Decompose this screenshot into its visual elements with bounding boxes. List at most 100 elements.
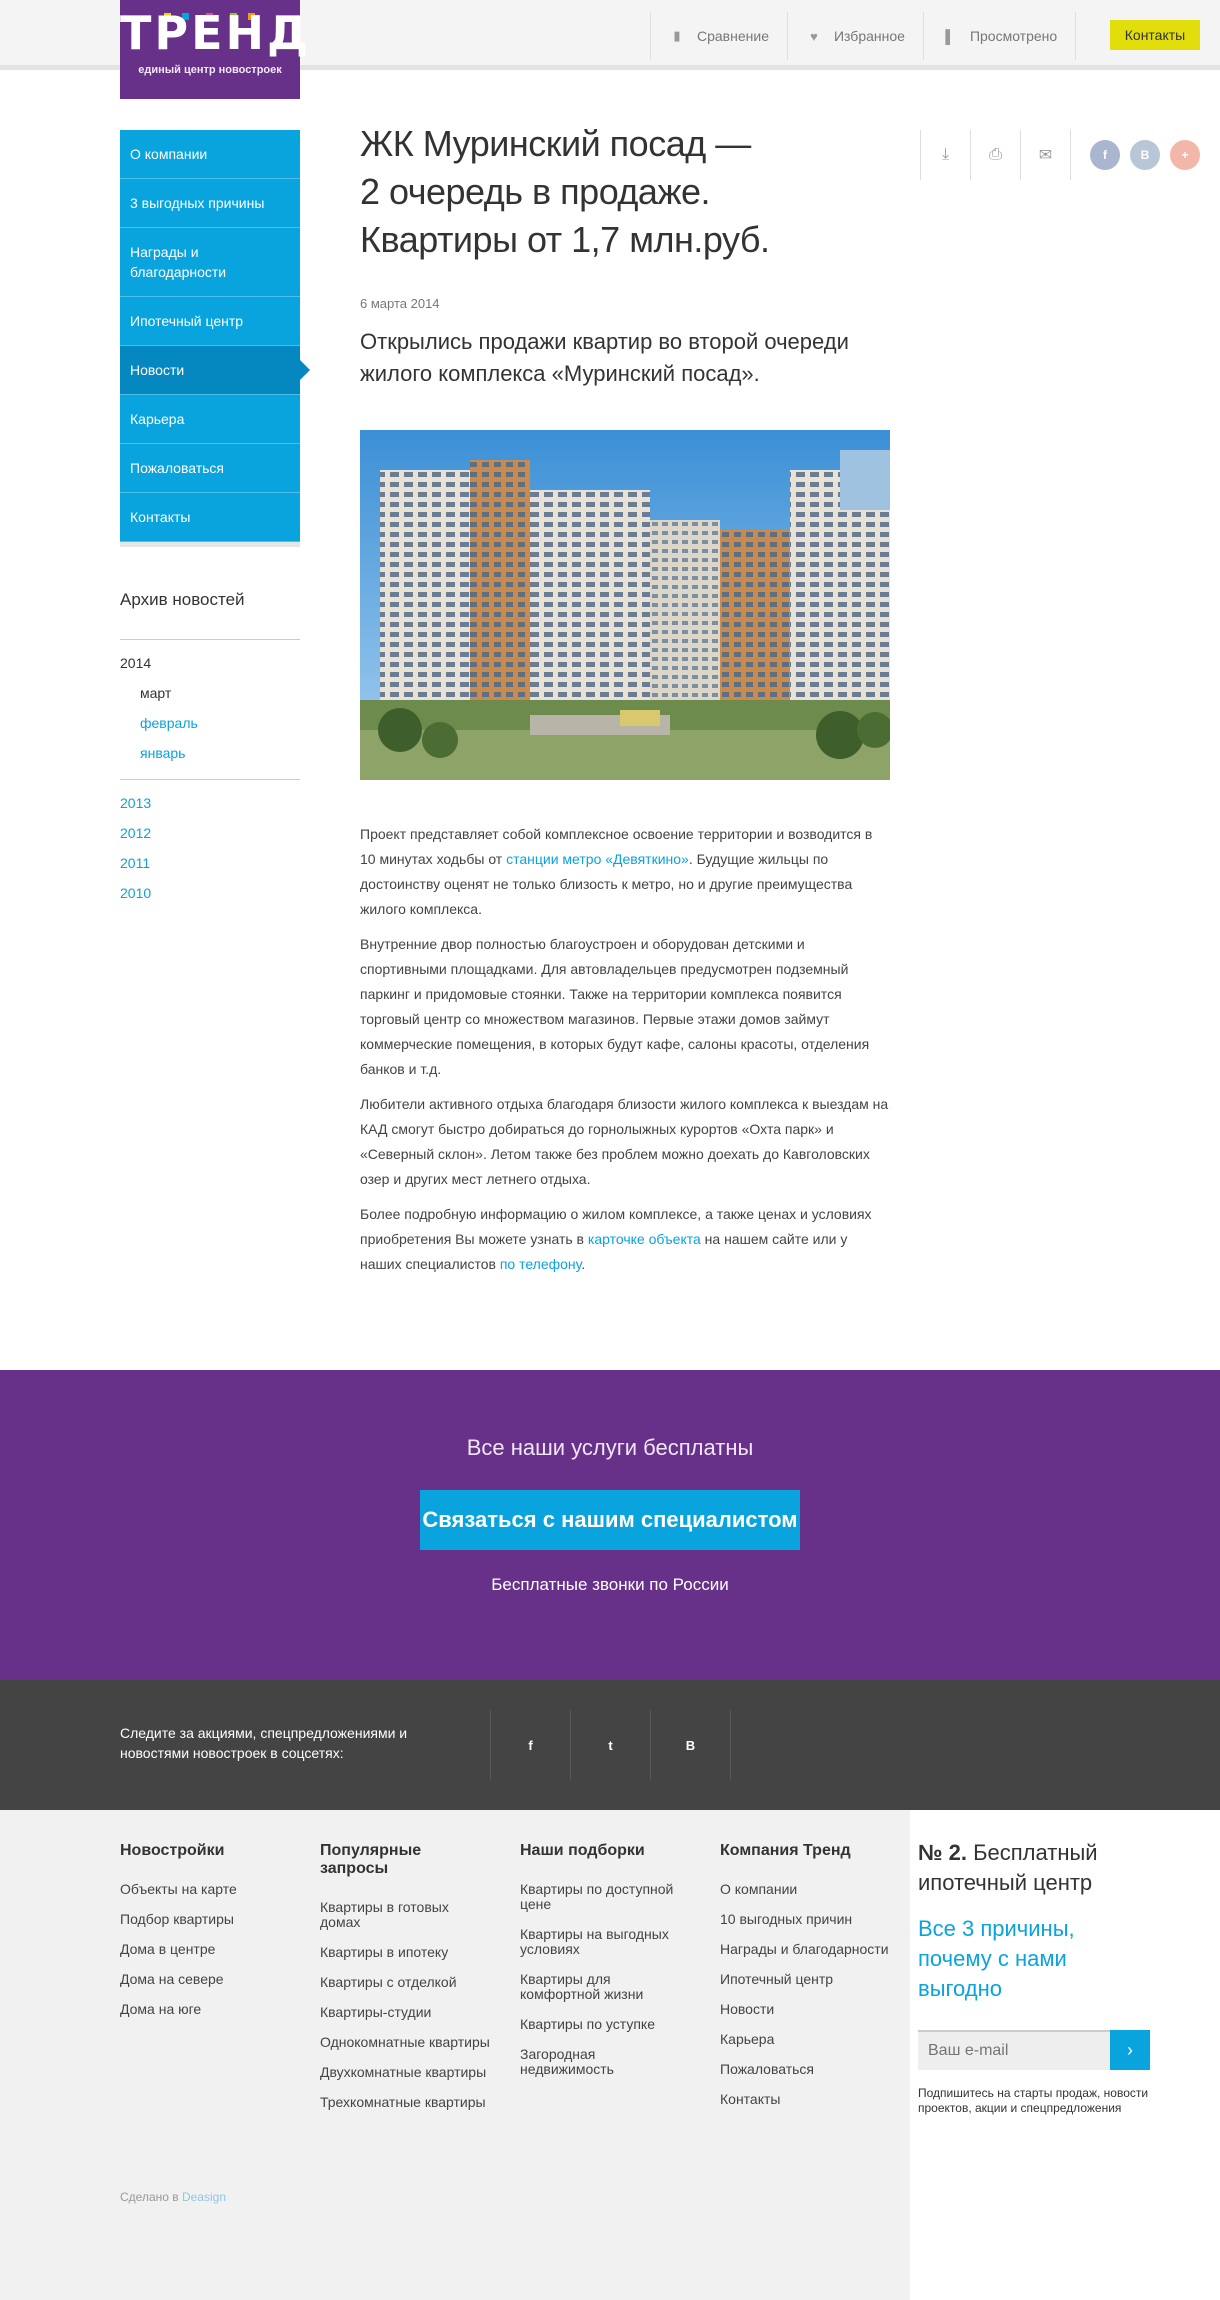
- vk-icon[interactable]: В: [1130, 140, 1160, 170]
- promo-section: Все наши услуги бесплатны Связаться с на…: [0, 1370, 1220, 1680]
- facebook-icon[interactable]: f: [490, 1710, 570, 1780]
- footer-link[interactable]: Загородная недвижимость: [520, 2047, 690, 2077]
- footer-link[interactable]: Квартиры с отделкой: [320, 1975, 490, 1990]
- object-card-link[interactable]: карточке объекта: [588, 1231, 701, 1247]
- twitter-icon[interactable]: t: [570, 1710, 650, 1780]
- metro-link[interactable]: станции метро «Девяткино»: [506, 851, 689, 867]
- article-paragraph: Любители активного отдыха благодаря близ…: [360, 1096, 889, 1187]
- archive-year-2010[interactable]: 2010: [120, 885, 151, 901]
- footer-link[interactable]: Квартиры по уступке: [520, 2017, 690, 2032]
- footer-link[interactable]: О компании: [720, 1882, 890, 1897]
- archive-month-january[interactable]: январь: [140, 745, 185, 761]
- footer-column: Популярные запросы Квартиры в готовых дом…: [320, 1842, 490, 2125]
- footer-link[interactable]: Однокомнатные квартиры: [320, 2035, 490, 2050]
- logo-tagline: единый центр новостроек: [138, 64, 282, 76]
- social-icons: f t В: [490, 1710, 731, 1780]
- social-text: Следите за акциями, спецпредложениями и …: [120, 1725, 408, 1761]
- footer-link[interactable]: Ипотечный центр: [720, 1972, 890, 1987]
- footer-link[interactable]: Контакты: [720, 2092, 890, 2107]
- archive-divider: [120, 639, 300, 640]
- phone-link[interactable]: по телефону: [500, 1256, 581, 1272]
- footer-link[interactable]: Квартиры по доступной цене: [520, 1882, 690, 1912]
- footer-link[interactable]: Квартиры в готовых домах: [320, 1900, 490, 1930]
- facebook-icon[interactable]: f: [1090, 140, 1120, 170]
- mortgage-panel: № 2. Бесплатный ипотечный центр Все 3 пр…: [910, 1810, 1220, 2300]
- sidebar-item[interactable]: Контакты: [120, 493, 300, 542]
- article-title: ЖК Муринский посад — 2 очередь в продаже…: [360, 120, 840, 264]
- email-field[interactable]: [918, 2030, 1110, 2070]
- logo[interactable]: ТРЕНД единый центр новостроек: [120, 0, 311, 99]
- nav-item-label: Избранное: [833, 28, 905, 44]
- footer-link[interactable]: Награды и благодарности: [720, 1942, 890, 1957]
- footer-link[interactable]: Карьера: [720, 2032, 890, 2047]
- archive-year-2011[interactable]: 2011: [120, 855, 150, 871]
- article-title-line: ЖК Муринский посад —: [360, 123, 751, 164]
- made-link[interactable]: Deasign: [182, 2190, 226, 2204]
- subscribe-note: Подпишитесь на старты продаж, новости пр…: [918, 2086, 1149, 2115]
- footer-link[interactable]: Двухкомнатные квартиры: [320, 2065, 490, 2080]
- plus-icon[interactable]: +: [1170, 140, 1200, 170]
- nav-item[interactable]: ♥ Избранное: [786, 12, 923, 60]
- footer-link[interactable]: Пожаловаться: [720, 2062, 890, 2077]
- footer-link[interactable]: Дома в центре: [120, 1942, 290, 1957]
- pdf-icon[interactable]: ⤓: [920, 130, 970, 180]
- archive-year-2012[interactable]: 2012: [120, 825, 151, 841]
- vk-icon[interactable]: В: [650, 1710, 730, 1780]
- bookmark-icon: ▌: [945, 28, 955, 44]
- sidebar-item[interactable]: Новости: [120, 346, 310, 395]
- footer-column-title: Популярные запросы: [320, 1842, 422, 1877]
- footer-column: Компания Тренд О компании 10 выгодных прич…: [720, 1842, 890, 2122]
- reasons-link[interactable]: Все 3 причины, почему с нами выгодно: [918, 1914, 1138, 2004]
- mail-icon[interactable]: ✉: [1020, 130, 1070, 180]
- footer-link[interactable]: Квартиры в ипотеку: [320, 1945, 490, 1960]
- archive-month-february[interactable]: февраль: [140, 715, 198, 731]
- divider: [1075, 12, 1077, 60]
- footer-link[interactable]: Квартиры на выгодных условиях: [520, 1927, 690, 1957]
- archive-year-current[interactable]: 2014: [120, 655, 151, 671]
- mortgage-title: № 2. Бесплатный ипотечный центр: [918, 1838, 1158, 1898]
- sidebar-item[interactable]: Пожаловаться: [120, 444, 300, 493]
- subscribe-button[interactable]: ›: [1110, 2030, 1150, 2070]
- bar-chart-icon: ▮: [673, 28, 681, 43]
- footer-link[interactable]: Трехкомнатные квартиры: [320, 2095, 490, 2110]
- sidebar-item[interactable]: Карьера: [120, 395, 300, 444]
- footer-link[interactable]: Дома на севере: [120, 1972, 290, 1987]
- contact-specialist-button[interactable]: Связаться с нашим специалистом: [420, 1490, 800, 1550]
- footer-column: Новостройки Объекты на карте Подбор кварти…: [120, 1842, 290, 2032]
- article-paragraph: Проект представляет собой комплексное ос…: [360, 822, 890, 922]
- contacts-button[interactable]: Контакты: [1110, 20, 1200, 50]
- article-lead: Открылись продажи квартир во второй очер…: [360, 329, 849, 386]
- nav-item-label: Сравнение: [697, 28, 769, 44]
- article-body: Проект представляет собой комплексное ос…: [360, 822, 890, 1287]
- footer-column: Наши подборки Квартиры по доступной цене К…: [520, 1842, 690, 2092]
- article-paragraph: Более подробную информацию о жилом компл…: [360, 1202, 890, 1277]
- social-band: Следите за акциями, спецпредложениями и …: [0, 1680, 1220, 1810]
- made-by: Сделано в Deasign: [120, 2190, 226, 2204]
- building-illustration: [360, 430, 890, 780]
- chevron-right-icon: ›: [1127, 2040, 1133, 2060]
- footer-link[interactable]: Квартиры-студии: [320, 2005, 490, 2020]
- sidebar-item[interactable]: Награды и благодарности: [120, 228, 300, 297]
- archive-title: Архив новостей: [120, 590, 245, 609]
- sidebar-item[interactable]: Ипотечный центр: [120, 297, 300, 346]
- archive-year-2013[interactable]: 2013: [120, 795, 151, 811]
- nav-item-label: Просмотрено: [969, 28, 1058, 44]
- footer-link[interactable]: Новости: [720, 2002, 890, 2017]
- sidebar-item[interactable]: 3 выгодных причины: [120, 179, 300, 228]
- nav-item[interactable]: ▮ Сравнение: [650, 12, 787, 60]
- heart-icon: ♥: [810, 28, 818, 44]
- logo-word: ТРЕНД: [120, 6, 311, 60]
- header-nav: ▮ Сравнение ♥ Избранное ▌ Просмотрено: [650, 12, 1077, 60]
- nav-item[interactable]: ▌ Просмотрено: [922, 12, 1075, 60]
- article-photo: [360, 430, 890, 780]
- footer-link[interactable]: 10 выгодных причин: [720, 1912, 890, 1927]
- print-icon[interactable]: ⎙: [970, 130, 1020, 180]
- promo-heading: Все наши услуги бесплатны: [466, 1435, 754, 1460]
- footer-link[interactable]: Квартиры для комфортной жизни: [520, 1972, 690, 2002]
- footer-link[interactable]: Дома на юге: [120, 2002, 290, 2017]
- footer-link[interactable]: Подбор квартиры: [120, 1912, 290, 1927]
- archive-month-march[interactable]: март: [140, 685, 171, 701]
- footer-link[interactable]: Объекты на карте: [120, 1882, 290, 1897]
- footer-column-title: Наши подборки: [520, 1842, 645, 1859]
- sidebar-item[interactable]: О компании: [120, 130, 300, 179]
